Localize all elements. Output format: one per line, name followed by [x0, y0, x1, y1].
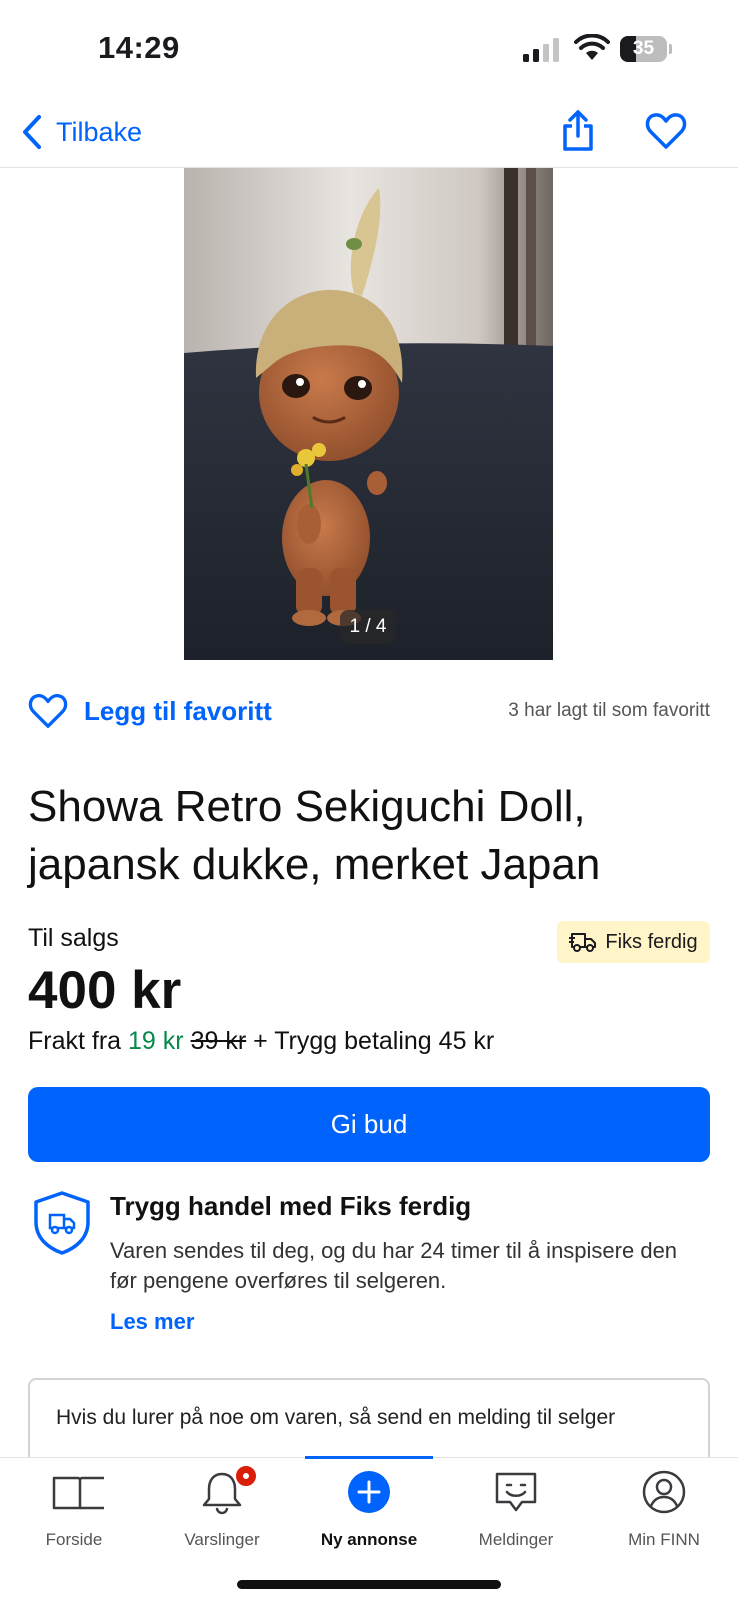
tab-min-finn[interactable]: Min FINN: [590, 1458, 738, 1568]
badge-label: Fiks ferdig: [605, 930, 698, 953]
message-seller-box[interactable]: Hvis du lurer på noe om varen, så send e…: [28, 1378, 710, 1458]
back-label: Tilbake: [56, 116, 143, 147]
tab-bar: Forside Varslinger Ny annonse Meldinger: [0, 1456, 738, 1600]
tab-varslinger[interactable]: Varslinger: [148, 1458, 296, 1568]
back-button[interactable]: Tilbake: [20, 110, 142, 154]
share-icon[interactable]: [560, 108, 596, 152]
add-favorite-label: Legg til favoritt: [84, 695, 272, 726]
chevron-left-icon: [23, 115, 41, 149]
tab-ny-annonse[interactable]: Ny annonse: [295, 1456, 443, 1568]
read-more-link[interactable]: Les mer: [110, 1309, 194, 1335]
message-prompt: Hvis du lurer på noe om varen, så send e…: [56, 1406, 616, 1429]
tab-label: Varslinger: [184, 1530, 260, 1549]
shield-truck-icon: [34, 1191, 90, 1255]
nav-bar: Tilbake: [0, 100, 738, 168]
fiks-ferdig-badge: Fiks ferdig: [557, 921, 710, 963]
shipping-info: Frakt fra 19 kr 39 kr + Trygg betaling 4…: [28, 1027, 494, 1056]
make-bid-button[interactable]: Gi bud: [28, 1087, 710, 1162]
tab-label: Meldinger: [478, 1530, 554, 1549]
status-bar: 14:29 35: [0, 0, 738, 100]
battery-level: 35: [632, 38, 655, 59]
tab-meldinger[interactable]: Meldinger: [442, 1458, 590, 1568]
notification-badge: [234, 1464, 258, 1488]
home-indicator: [237, 1580, 501, 1589]
shipping-price: 19 kr: [128, 1027, 184, 1055]
cellular-signal-icon: [523, 38, 559, 62]
photo-counter: 1 / 4: [340, 610, 396, 644]
heart-icon: [28, 693, 68, 728]
listing-title: Showa Retro Sekiguchi Doll, japansk dukk…: [28, 782, 601, 889]
book-icon: [52, 1476, 104, 1510]
shipping-suffix: + Trygg betaling 45 kr: [253, 1027, 495, 1055]
delivery-truck-icon: [569, 933, 597, 952]
tab-forside[interactable]: Forside: [0, 1458, 148, 1568]
price: 400 kr: [28, 961, 182, 1020]
tab-label: Min FINN: [628, 1530, 700, 1549]
favorite-count: 3 har lagt til som favoritt: [508, 700, 710, 721]
profile-icon: [642, 1470, 686, 1514]
shipping-old-price: 39 kr: [190, 1027, 247, 1055]
battery-icon: 35: [620, 36, 672, 62]
safe-trade-body: Varen sendes til deg, og du har 24 timer…: [110, 1238, 678, 1293]
photo-gallery[interactable]: 1 / 4: [184, 168, 553, 660]
status-time: 14:29: [98, 30, 180, 65]
add-favorite-button[interactable]: Legg til favoritt: [28, 688, 272, 734]
chat-icon: [495, 1472, 537, 1512]
plus-circle-icon: [348, 1471, 390, 1513]
tab-label: Ny annonse: [320, 1530, 418, 1549]
active-tab-indicator: [305, 1456, 433, 1459]
sale-status: Til salgs: [28, 924, 119, 952]
doll-photo: [184, 168, 553, 660]
favorite-row: Legg til favoritt 3 har lagt til som fav…: [28, 688, 710, 734]
shipping-prefix: Frakt fra: [28, 1027, 122, 1055]
wifi-icon: [574, 34, 610, 60]
safe-trade-title: Trygg handel med Fiks ferdig: [110, 1191, 472, 1221]
tab-label: Forside: [45, 1530, 103, 1549]
heart-icon[interactable]: [645, 110, 687, 152]
